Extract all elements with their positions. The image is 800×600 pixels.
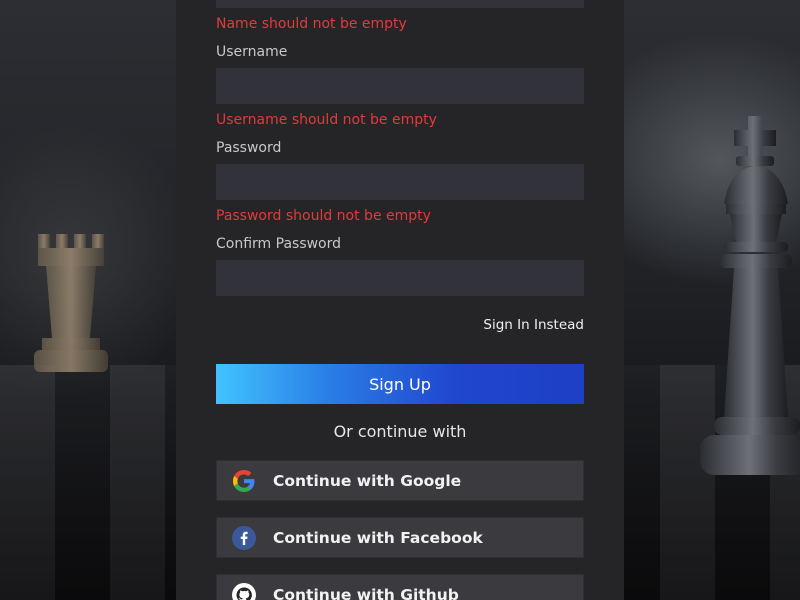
password-input[interactable] [216,164,584,200]
username-input[interactable] [216,68,584,104]
username-label: Username [216,44,288,60]
continue-with-google-button[interactable]: Continue with Google [216,460,584,501]
password-label: Password [216,140,282,156]
or-continue-with-text: Or continue with [333,422,467,441]
name-input[interactable] [216,0,584,8]
sign-up-button[interactable]: Sign Up [216,364,584,404]
facebook-icon [231,525,257,551]
confirm-password-label: Confirm Password [216,236,342,252]
password-error-message: Password should not be empty [216,208,431,224]
github-icon [231,582,257,600]
github-button-label: Continue with Github [273,585,459,600]
continue-with-facebook-button[interactable]: Continue with Facebook [216,517,584,558]
sign-in-instead-link[interactable]: Sign In Instead [483,316,584,334]
username-error-message: Username should not be empty [216,112,437,128]
google-icon [231,468,257,494]
continue-with-github-button[interactable]: Continue with Github [216,574,584,600]
facebook-button-label: Continue with Facebook [273,528,483,547]
confirm-password-input[interactable] [216,260,584,296]
name-error-message: Name should not be empty [216,16,407,32]
signup-panel: Name should not be empty Username Userna… [176,0,624,600]
king-piece-image [700,116,800,475]
rook-piece-image [34,234,108,372]
google-button-label: Continue with Google [273,471,462,490]
